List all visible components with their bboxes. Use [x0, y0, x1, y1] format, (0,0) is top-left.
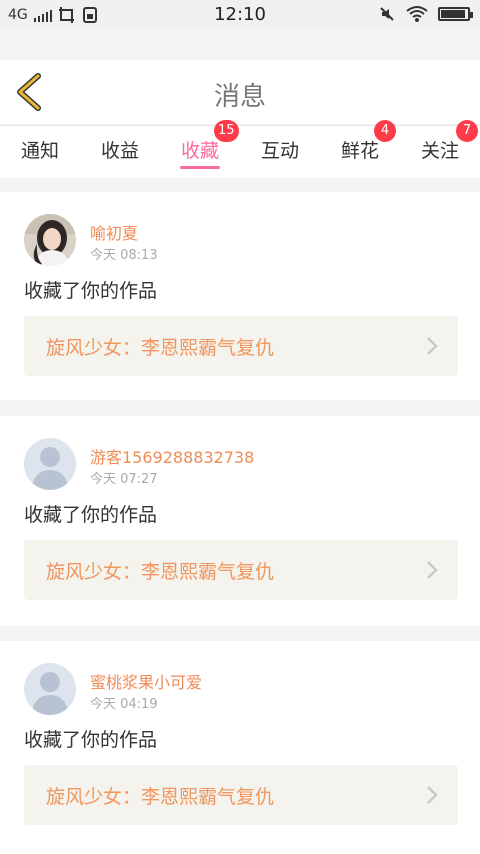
tab-flowers[interactable]: 鲜花 4 [320, 120, 400, 163]
active-tab-underline [180, 166, 220, 169]
message-time: 今天 07:27 [90, 472, 158, 487]
tab-label: 鲜花 [340, 140, 379, 162]
tab-favorites[interactable]: 收藏 15 [160, 120, 240, 169]
tab-interactions[interactable]: 互动 [240, 136, 320, 163]
message-card: 游客1569288832738 今天 07:27 收藏了你的作品 旋风少女：李恩… [0, 416, 480, 626]
tab-label: 收藏 [180, 140, 219, 162]
message-card: 喻初夏 今天 08:13 收藏了你的作品 旋风少女：李恩熙霸气复仇 [0, 192, 480, 400]
username[interactable]: 蜜桃浆果小可爱 [90, 669, 202, 693]
user-photo-icon [24, 214, 76, 266]
header: 消息 [0, 60, 480, 124]
tab-notifications[interactable]: 通知 [0, 136, 80, 163]
action-text: 收藏了你的作品 [24, 729, 158, 751]
default-avatar-icon [24, 438, 76, 490]
avatar[interactable] [24, 214, 76, 266]
tab-label: 互动 [260, 140, 299, 162]
username[interactable]: 喻初夏 [90, 220, 138, 244]
avatar[interactable] [24, 438, 76, 490]
chevron-right-icon [427, 786, 438, 804]
work-link[interactable]: 旋风少女：李恩熙霸气复仇 [24, 316, 458, 376]
work-link[interactable]: 旋风少女：李恩熙霸气复仇 [24, 540, 458, 600]
chevron-right-icon [427, 561, 438, 579]
tab-label: 收益 [100, 140, 139, 162]
tab-follows[interactable]: 关注 7 [400, 120, 480, 163]
message-time: 今天 04:19 [90, 697, 158, 712]
flowers-badge: 4 [374, 120, 396, 142]
message-time: 今天 08:13 [90, 248, 158, 263]
mute-icon [380, 7, 394, 21]
username[interactable]: 游客1569288832738 [90, 444, 254, 468]
action-text: 收藏了你的作品 [24, 504, 158, 526]
status-bar: 4G 12:10 [0, 0, 480, 30]
avatar[interactable] [24, 663, 76, 715]
message-card: 蜜桃浆果小可爱 今天 04:19 收藏了你的作品 旋风少女：李恩熙霸气复仇 [0, 641, 480, 854]
wifi-icon [406, 6, 428, 22]
chevron-right-icon [427, 337, 438, 355]
battery-icon [438, 7, 473, 21]
default-avatar-icon [24, 663, 76, 715]
favorites-badge: 15 [214, 120, 239, 142]
page-title: 消息 [213, 82, 266, 112]
action-text: 收藏了你的作品 [24, 280, 158, 302]
follows-badge: 7 [456, 120, 478, 142]
tab-label: 通知 [20, 140, 59, 162]
work-title: 旋风少女：李恩熙霸气复仇 [46, 786, 275, 808]
work-link[interactable]: 旋风少女：李恩熙霸气复仇 [24, 765, 458, 825]
tab-earnings[interactable]: 收益 [80, 136, 160, 163]
work-title: 旋风少女：李恩熙霸气复仇 [46, 561, 275, 583]
status-right [378, 5, 473, 23]
tab-bar: 通知 收益 收藏 15 互动 鲜花 4 关注 7 [0, 120, 480, 178]
work-title: 旋风少女：李恩熙霸气复仇 [46, 337, 275, 359]
tab-label: 关注 [420, 140, 459, 162]
